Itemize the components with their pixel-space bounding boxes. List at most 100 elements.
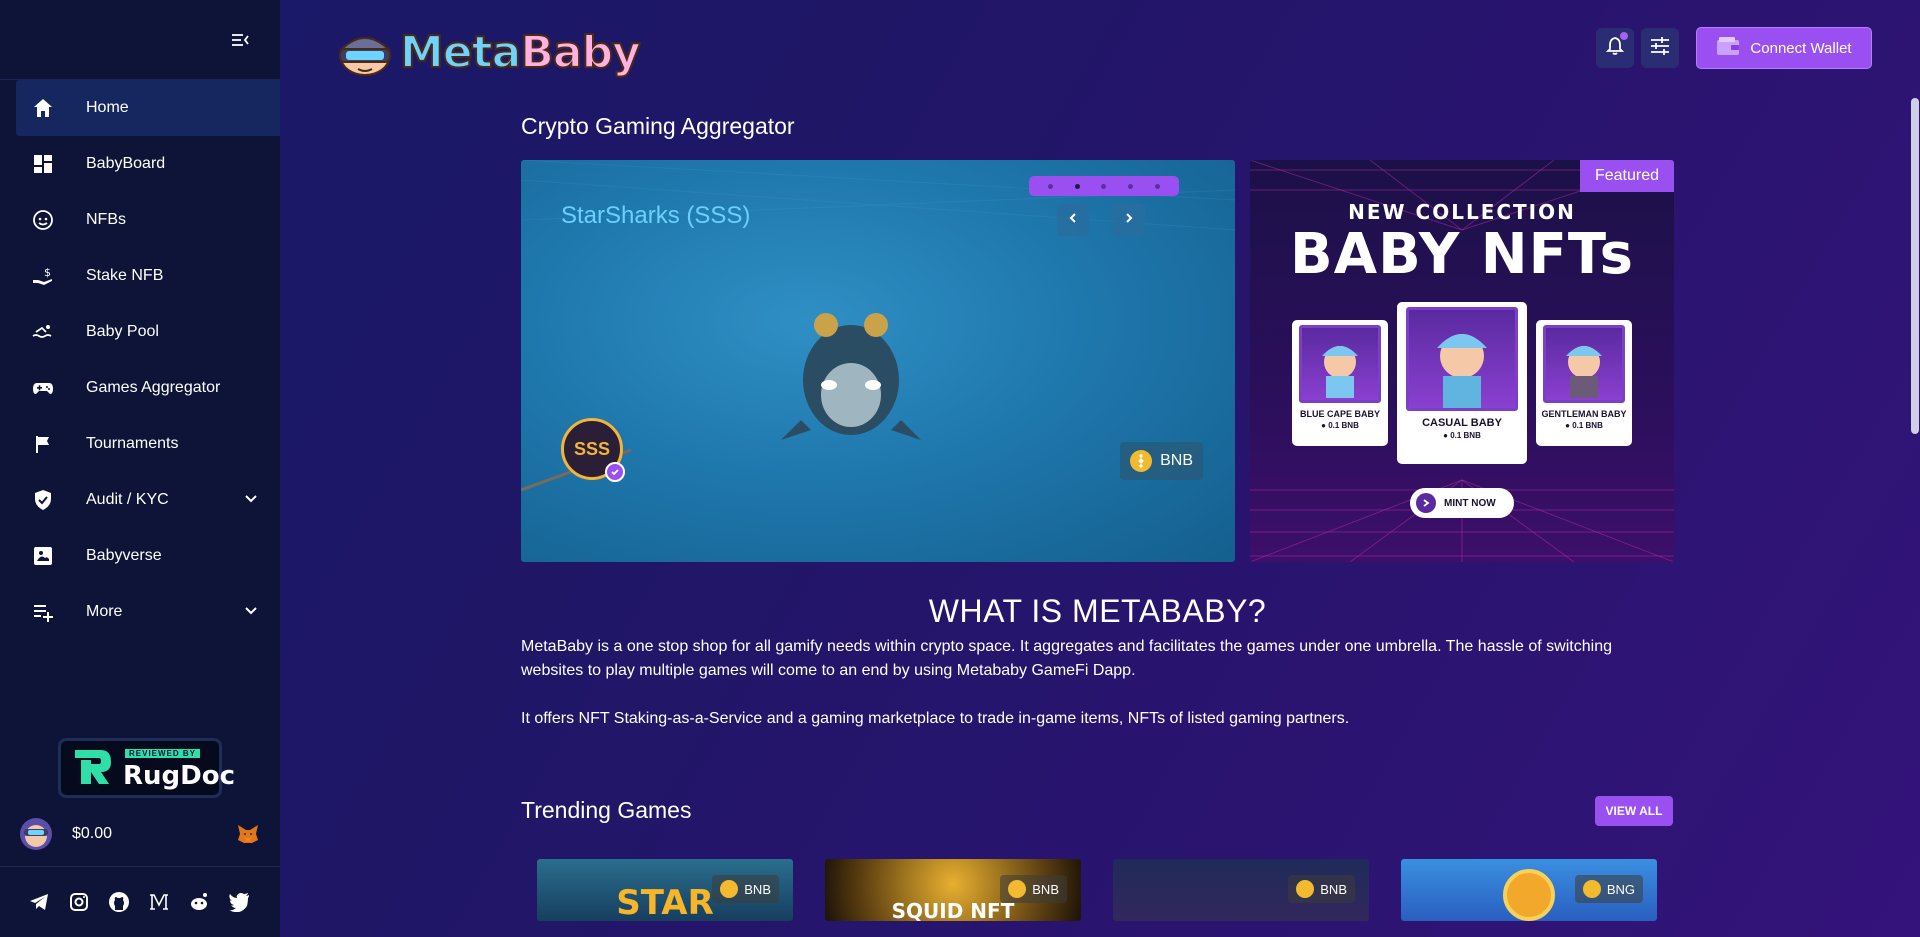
sidebar-item-nfbs[interactable]: NFBs bbox=[0, 192, 280, 248]
view-all-button[interactable]: VIEW ALL bbox=[1595, 796, 1673, 826]
swimmer-icon bbox=[32, 321, 54, 343]
game-title-art: SQUID NFT bbox=[891, 899, 1015, 921]
dashboard-icon bbox=[32, 153, 54, 175]
svg-text:$: $ bbox=[44, 266, 51, 279]
nft-card: BLUE CAPE BABY ● 0.1 BNB bbox=[1292, 320, 1388, 446]
rugdoc-ribbon: REVIEWED BY bbox=[125, 749, 201, 758]
hero-game-title: StarSharks (SSS) bbox=[561, 202, 751, 229]
new-collection-label: NEW COLLECTION bbox=[1348, 200, 1576, 224]
github-icon[interactable] bbox=[108, 891, 130, 913]
sidebar-item-label: Babyverse bbox=[86, 547, 162, 564]
settings-button[interactable] bbox=[1641, 28, 1679, 68]
chain-badge: BNB bbox=[1288, 875, 1355, 903]
carousel-pagination[interactable] bbox=[1029, 176, 1179, 196]
carousel-next-button[interactable] bbox=[1113, 204, 1145, 236]
bnb-coin-icon bbox=[1130, 450, 1153, 472]
lion-coin-icon bbox=[1503, 869, 1555, 921]
sidebar-item-more[interactable]: More bbox=[0, 584, 280, 640]
game-card[interactable]: BNG bbox=[1401, 859, 1657, 921]
bnb-coin-icon bbox=[1296, 880, 1315, 898]
about-paragraph: It offers NFT Staking-as-a-Service and a… bbox=[521, 710, 1350, 727]
verified-check-icon bbox=[605, 462, 625, 482]
sidebar-item-audit-kyc[interactable]: Audit / KYC bbox=[0, 472, 280, 528]
babyverse-icon bbox=[32, 545, 54, 567]
shield-check-icon bbox=[32, 489, 54, 511]
page-title: Crypto Gaming Aggregator bbox=[521, 113, 795, 139]
chevron-down-icon[interactable] bbox=[244, 492, 258, 506]
twitter-icon[interactable] bbox=[228, 891, 250, 913]
carousel-prev-button[interactable] bbox=[1057, 204, 1089, 236]
sidebar-item-label: Baby Pool bbox=[86, 323, 159, 340]
carousel-dot[interactable] bbox=[1101, 183, 1107, 189]
game-card[interactable]: BNB bbox=[1113, 859, 1369, 921]
chain-badge: BNG bbox=[1574, 875, 1643, 903]
rugdoc-logo-icon bbox=[71, 744, 115, 793]
sidebar-item-label: Stake NFB bbox=[86, 267, 164, 284]
chain-badge: BNB bbox=[1120, 442, 1203, 480]
carousel-dot[interactable] bbox=[1074, 183, 1080, 189]
connect-wallet-button[interactable]: Connect Wallet bbox=[1696, 27, 1872, 69]
sidebar-nav: Home BabyBoard NFBs $ Stake NFB Baby Poo… bbox=[0, 80, 280, 640]
rugdoc-badge[interactable]: REVIEWED BY RugDoc bbox=[58, 738, 235, 798]
telegram-icon[interactable] bbox=[28, 891, 50, 913]
page-scrollbar[interactable] bbox=[1910, 0, 1920, 937]
medium-icon[interactable] bbox=[148, 891, 170, 913]
sidebar-header bbox=[0, 0, 280, 80]
baby-nft-image bbox=[1543, 325, 1625, 403]
sidebar-item-label: More bbox=[86, 603, 123, 620]
nft-price: ● 0.1 BNB bbox=[1443, 431, 1481, 440]
flag-icon bbox=[32, 433, 54, 455]
reddit-icon[interactable] bbox=[188, 891, 210, 913]
what-is-heading: WHAT IS METABABY? bbox=[928, 593, 1267, 629]
stake-hand-icon: $ bbox=[32, 265, 54, 287]
metamask-fox-icon[interactable] bbox=[236, 822, 260, 851]
metababy-logo[interactable]: MetaBaby bbox=[334, 22, 642, 82]
carousel-dot[interactable] bbox=[1155, 183, 1161, 189]
collapse-menu-icon[interactable] bbox=[230, 30, 250, 50]
sidebar-item-tournaments[interactable]: Tournaments bbox=[0, 416, 280, 472]
baby-nft-image bbox=[1299, 325, 1381, 403]
nft-price: ● 0.1 BNB bbox=[1321, 421, 1359, 430]
notifications-button[interactable] bbox=[1596, 28, 1634, 68]
sidebar-item-babyboard[interactable]: BabyBoard bbox=[0, 136, 280, 192]
notification-dot bbox=[1620, 32, 1628, 40]
sidebar-item-label: BabyBoard bbox=[86, 155, 166, 172]
carousel-dot[interactable] bbox=[1128, 183, 1134, 189]
carousel-dot[interactable] bbox=[1047, 183, 1053, 189]
baby-face-icon bbox=[32, 209, 54, 231]
gamepad-icon bbox=[32, 377, 54, 399]
metababy-mascot-icon bbox=[334, 27, 396, 77]
wallet-icon bbox=[1716, 36, 1740, 60]
featured-banner[interactable]: Featured NEW COLLECTION BABY NFTs BLUE C… bbox=[1250, 160, 1674, 562]
nft-price: ● 0.1 BNB bbox=[1565, 421, 1603, 430]
nft-card: CASUAL BABY ● 0.1 BNB bbox=[1397, 302, 1527, 464]
chain-label: BNB bbox=[1160, 452, 1193, 469]
sidebar-item-games-aggregator[interactable]: Games Aggregator bbox=[0, 360, 280, 416]
bnb-coin-icon bbox=[1582, 880, 1601, 898]
mint-now-button[interactable]: MINT NOW bbox=[1410, 488, 1514, 518]
connect-wallet-label: Connect Wallet bbox=[1750, 39, 1852, 57]
instagram-icon[interactable] bbox=[68, 891, 90, 913]
sidebar-item-stake-nfb[interactable]: $ Stake NFB bbox=[0, 248, 280, 304]
wallet-balance: $0.00 bbox=[72, 825, 113, 842]
social-links bbox=[0, 866, 280, 937]
chevron-down-icon[interactable] bbox=[244, 604, 258, 618]
bnb-coin-icon bbox=[1008, 880, 1027, 898]
nft-name: GENTLEMAN BABY bbox=[1541, 409, 1627, 419]
rugdoc-name: RugDoc bbox=[123, 761, 235, 791]
chevron-right-icon bbox=[1416, 493, 1436, 513]
hero-carousel[interactable]: StarSharks (SSS) SSS BNB bbox=[521, 160, 1235, 562]
sidebar-item-home[interactable]: Home bbox=[16, 80, 280, 136]
game-card[interactable]: BNB STAR bbox=[537, 859, 793, 921]
game-title-art: STAR bbox=[616, 883, 714, 921]
sidebar-item-label: Games Aggregator bbox=[86, 379, 221, 396]
home-icon bbox=[32, 97, 54, 119]
game-card[interactable]: BNB SQUID NFT bbox=[825, 859, 1081, 921]
sliders-icon bbox=[1650, 36, 1670, 60]
sidebar-item-baby-pool[interactable]: Baby Pool bbox=[0, 304, 280, 360]
sidebar-item-babyverse[interactable]: Babyverse bbox=[0, 528, 280, 584]
playlist-add-icon bbox=[32, 601, 54, 623]
featured-badge: Featured bbox=[1579, 160, 1674, 192]
shark-character-icon bbox=[771, 300, 931, 455]
scrollbar-thumb[interactable] bbox=[1911, 98, 1919, 434]
